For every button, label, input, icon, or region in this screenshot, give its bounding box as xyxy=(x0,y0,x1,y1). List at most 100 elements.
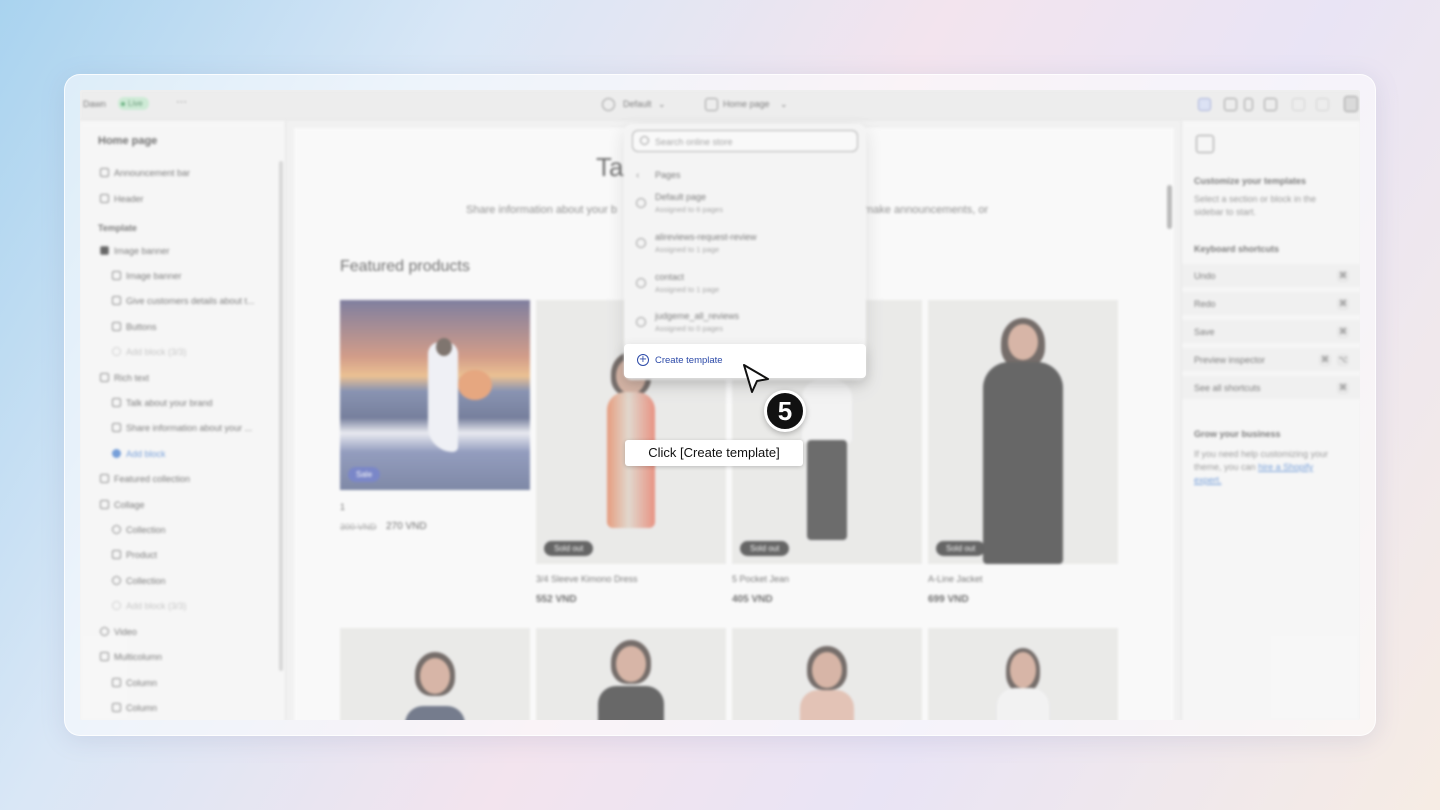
chevron-down-icon: ⌄ xyxy=(658,99,666,109)
hire-expert-link[interactable]: expert. xyxy=(1194,475,1222,485)
shortcut-row[interactable]: See all shortcuts ⌘ xyxy=(1182,376,1360,400)
cmd-key-icon: ⌘ xyxy=(1337,326,1349,338)
option-key-icon: ⌥ xyxy=(1337,354,1349,366)
sold-out-badge: Sold out xyxy=(936,541,986,556)
sidebar-item-rich-text[interactable]: Rich text xyxy=(100,373,149,383)
figure-shirt xyxy=(802,380,852,444)
cmd-key-icon: ⌘ xyxy=(1337,270,1349,282)
product-name[interactable]: 5 Pocket Jean xyxy=(732,574,789,584)
section-icon xyxy=(100,194,109,203)
sidebar-block-product[interactable]: Product xyxy=(112,550,157,560)
column-icon xyxy=(112,678,121,687)
sidebar-item-collage[interactable]: Collage xyxy=(100,500,145,510)
fullscreen-icon[interactable] xyxy=(1264,98,1277,111)
inspector-icon[interactable] xyxy=(1198,98,1211,111)
product-card[interactable] xyxy=(340,628,530,720)
figure-head xyxy=(436,338,452,356)
image-icon xyxy=(100,246,109,255)
add-block-button[interactable]: Add block (3/3) xyxy=(112,347,187,357)
more-actions-button[interactable]: ··· xyxy=(176,96,187,108)
add-block-button[interactable]: Add block (3/3) xyxy=(112,601,187,611)
flowers xyxy=(458,370,492,400)
sidebar-block-collection[interactable]: Collection xyxy=(112,576,166,586)
product-name[interactable]: A-Line Jacket xyxy=(928,574,983,584)
template-icon xyxy=(636,278,646,288)
sidebar-item-announcement-bar[interactable]: Announcement bar xyxy=(100,168,190,178)
page-select[interactable]: Home page xyxy=(723,99,770,109)
page-title: Ta xyxy=(596,152,624,182)
sidebar-item-featured-collection[interactable]: Featured collection xyxy=(100,474,190,484)
sidebar-block-column[interactable]: Column xyxy=(112,678,157,688)
grow-heading: Grow your business xyxy=(1194,429,1281,439)
sidebar-block-collection[interactable]: Collection xyxy=(112,525,166,535)
sold-out-badge: Sold out xyxy=(740,541,790,556)
pages-heading: Pages xyxy=(655,170,681,180)
template-item-judgeme[interactable]: judgeme_all_reviews Assigned to 0 pages xyxy=(624,305,866,341)
mobile-view-icon[interactable] xyxy=(1244,98,1253,111)
section-sidebar: Home page Announcement bar Header Templa… xyxy=(80,121,286,720)
product-price: 699 VND xyxy=(928,594,969,605)
product-name[interactable]: 1 xyxy=(340,502,345,512)
product-card[interactable] xyxy=(732,628,922,720)
figure-head xyxy=(420,658,450,694)
plus-icon xyxy=(112,601,121,610)
redo-icon[interactable] xyxy=(1316,98,1329,111)
product-image-beach[interactable]: Sale xyxy=(340,300,530,490)
buttons-icon xyxy=(112,322,121,331)
sidebar-item-image-banner[interactable]: Image banner xyxy=(100,246,170,256)
sidebar-scrollbar[interactable] xyxy=(279,161,283,671)
sidebar-block-details[interactable]: Give customers details about t... xyxy=(112,296,255,306)
product-price: 405 VND xyxy=(732,594,773,605)
text-icon xyxy=(112,423,121,432)
figure-top xyxy=(405,706,465,720)
theme-select[interactable]: Default xyxy=(623,99,652,109)
blurred-background: Dawn Live ··· Default ⌄ Home page ⌄ Home… xyxy=(80,90,1360,720)
product-card[interactable] xyxy=(536,628,726,720)
search-icon xyxy=(640,136,649,145)
star-icon xyxy=(636,198,646,208)
product-name[interactable]: 3/4 Sleeve Kimono Dress xyxy=(536,574,638,584)
figure-top xyxy=(800,690,854,720)
hire-expert-link[interactable]: hire a Shopify xyxy=(1258,462,1313,472)
product-card[interactable] xyxy=(928,628,1118,720)
sidebar-block-image-banner[interactable]: Image banner xyxy=(112,271,182,281)
sidebar-block-buttons[interactable]: Buttons xyxy=(112,322,157,332)
template-item-default[interactable]: Default page Assigned to 6 pages xyxy=(624,186,866,222)
code-icon xyxy=(636,317,646,327)
sidebar-block-share-info[interactable]: Share information about your ... xyxy=(112,423,252,433)
product-card[interactable]: Sold out xyxy=(928,300,1118,564)
add-block-button[interactable]: Add block xyxy=(112,449,166,459)
sidebar-item-header[interactable]: Header xyxy=(100,194,144,204)
shortcut-row: Preview inspector ⌘ ⌥ xyxy=(1182,348,1360,372)
play-icon xyxy=(100,627,109,636)
back-chevron-icon[interactable]: ‹ xyxy=(636,170,639,181)
sidebar-item-multicolumn[interactable]: Multicolumn xyxy=(100,652,162,662)
text-icon xyxy=(112,398,121,407)
sidebar-item-video[interactable]: Video xyxy=(100,627,137,637)
sidebar-block-brand[interactable]: Talk about your brand xyxy=(112,398,213,408)
search-field[interactable] xyxy=(632,130,858,152)
template-dropdown: ‹ Pages Default page Assigned to 6 pages… xyxy=(624,124,866,380)
figure-jeans xyxy=(807,440,847,540)
desktop-view-icon[interactable] xyxy=(1224,98,1237,111)
sidebar-block-column[interactable]: Column xyxy=(112,703,157,713)
text-icon xyxy=(112,271,121,280)
theme-editor: Dawn Live ··· Default ⌄ Home page ⌄ Home… xyxy=(80,90,1360,720)
product-price: 270 VND xyxy=(386,521,427,532)
preview-scrollbar[interactable] xyxy=(1167,185,1172,229)
sidebar-title: Home page xyxy=(98,135,158,147)
save-icon[interactable] xyxy=(1344,96,1358,112)
figure-blazer xyxy=(598,686,664,720)
undo-icon[interactable] xyxy=(1292,98,1305,111)
template-item-contact[interactable]: contact Assigned to 1 page xyxy=(624,266,866,302)
template-item-alireviews[interactable]: alireviews-request-review Assigned to 1 … xyxy=(624,226,866,262)
figure-head xyxy=(812,652,842,688)
text-icon xyxy=(112,296,121,305)
rich-text-desc: Share information about your b xyxy=(466,204,618,216)
home-icon xyxy=(705,98,718,111)
search-input[interactable] xyxy=(655,134,851,149)
featured-heading: Featured products xyxy=(340,258,470,275)
sale-badge: Sale xyxy=(348,467,381,482)
plus-circle-icon: + xyxy=(637,354,649,366)
mouse-cursor-icon xyxy=(743,364,769,393)
